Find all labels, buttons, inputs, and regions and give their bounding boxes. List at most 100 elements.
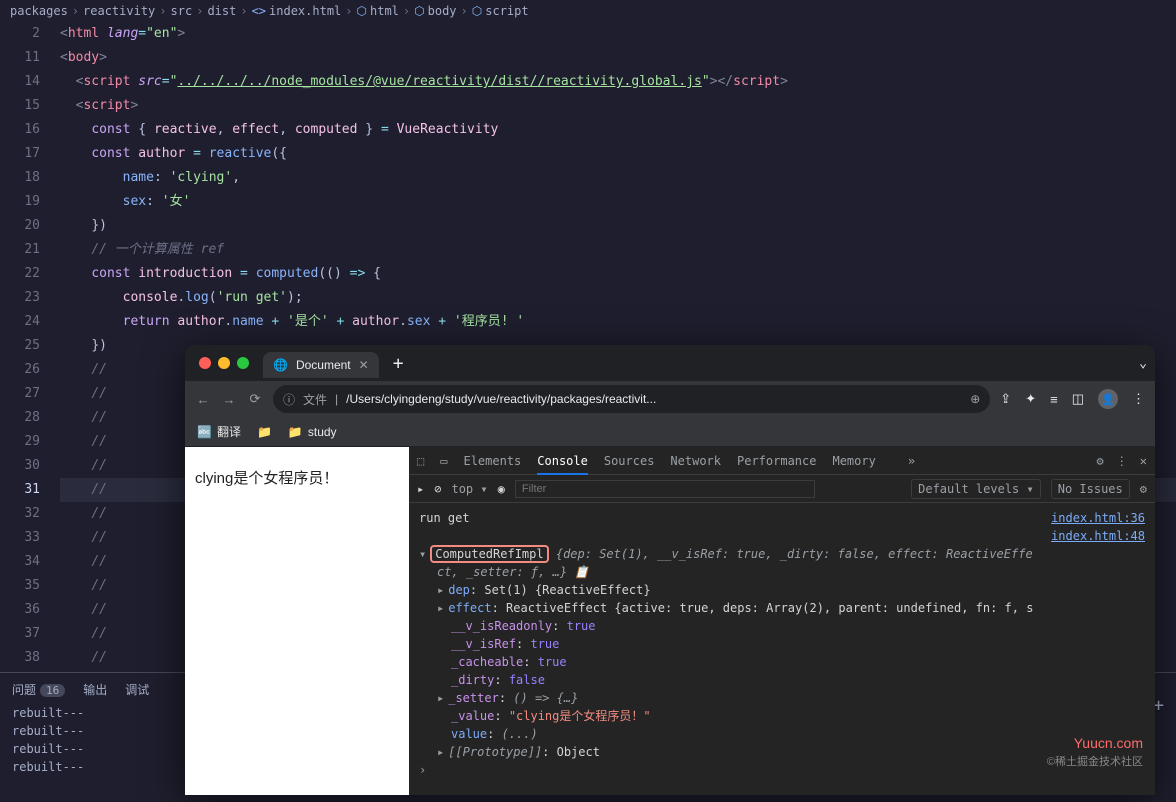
obj-prop-effect[interactable]: ▸effect: ReactiveEffect {active: true, d… <box>419 599 1145 617</box>
code-line[interactable]: <script> <box>60 94 1176 118</box>
reading-list-icon[interactable]: ≡ <box>1050 392 1058 407</box>
breadcrumb-item[interactable]: packages <box>10 4 68 18</box>
profile-avatar[interactable]: 👤 <box>1098 389 1118 409</box>
line-number: 31 <box>0 478 40 502</box>
tabs-overflow-icon[interactable]: ⌄ <box>1139 356 1147 371</box>
line-number: 33 <box>0 526 40 550</box>
line-number: 32 <box>0 502 40 526</box>
clear-icon[interactable]: ⊘ <box>434 482 441 496</box>
object-expand[interactable]: ▾ComputedRefImpl {dep: Set(1), __v_isRef… <box>419 545 1145 563</box>
code-line[interactable]: // 一个计算属性 ref <box>60 238 1176 262</box>
line-number: 24 <box>0 310 40 334</box>
minimize-window-icon[interactable] <box>218 357 230 369</box>
issues-button[interactable]: No Issues <box>1051 479 1130 499</box>
tab-problems[interactable]: 问题16 <box>12 681 65 698</box>
address-bar[interactable]: ⓘ 文件 | /Users/clyingdeng/study/vue/react… <box>273 385 990 413</box>
obj-prop-proto[interactable]: ▸[[Prototype]]: Object <box>419 743 1145 761</box>
browser-tab[interactable]: 🌐 Document ✕ <box>263 352 379 378</box>
sidebar-icon[interactable]: ▸ <box>417 482 424 496</box>
line-number: 34 <box>0 550 40 574</box>
line-number: 16 <box>0 118 40 142</box>
devtools-tab-sources[interactable]: Sources <box>604 454 655 468</box>
extensions-icon[interactable]: ✦ <box>1025 391 1036 407</box>
log-levels[interactable]: Default levels ▾ <box>911 479 1041 499</box>
line-number: 25 <box>0 334 40 358</box>
breadcrumb-item[interactable]: ⬡ html <box>357 4 399 18</box>
code-line[interactable]: return author.name + '是个' + author.sex +… <box>60 310 1176 334</box>
breadcrumb-item[interactable]: reactivity <box>83 4 155 18</box>
code-line[interactable]: const introduction = computed(() => { <box>60 262 1176 286</box>
inspect-icon[interactable]: ⬚ <box>417 454 424 468</box>
line-number: 37 <box>0 622 40 646</box>
settings-icon[interactable]: ⚙ <box>1097 454 1104 468</box>
devtools-tab-memory[interactable]: Memory <box>832 454 875 468</box>
bookmark-study[interactable]: 📁 study <box>288 425 337 439</box>
code-line[interactable]: console.log('run get'); <box>60 286 1176 310</box>
obj-prop-readonly: __v_isReadonly: true <box>419 617 1145 635</box>
devtools-tab-elements[interactable]: Elements <box>463 454 521 468</box>
console-prompt[interactable]: › <box>419 763 426 777</box>
window-controls[interactable] <box>193 357 255 369</box>
new-tab-button[interactable]: + <box>387 353 410 374</box>
obj-prop-setter[interactable]: ▸_setter: () => {…} <box>419 689 1145 707</box>
forward-button[interactable]: → <box>221 392 237 407</box>
tab-debug[interactable]: 调试 <box>125 681 149 698</box>
close-tab-icon[interactable]: ✕ <box>359 358 369 372</box>
code-line[interactable]: name: 'clying', <box>60 166 1176 190</box>
browser-toolbar: ← → ⟳ ⓘ 文件 | /Users/clyingdeng/study/vue… <box>185 381 1155 417</box>
menu-icon[interactable]: ⋮ <box>1116 454 1128 468</box>
maximize-window-icon[interactable] <box>237 357 249 369</box>
menu-icon[interactable]: ⋮ <box>1132 391 1145 407</box>
code-line[interactable]: const author = reactive({ <box>60 142 1176 166</box>
tab-output[interactable]: 输出 <box>83 681 107 698</box>
side-panel-icon[interactable]: ◫ <box>1072 391 1084 407</box>
close-window-icon[interactable] <box>199 357 211 369</box>
line-number: 15 <box>0 94 40 118</box>
filter-input[interactable] <box>515 480 815 498</box>
info-icon[interactable]: ⓘ <box>283 391 295 408</box>
code-line[interactable]: sex: '女' <box>60 190 1176 214</box>
breadcrumb-item[interactable]: <> index.html <box>252 4 342 18</box>
line-number: 18 <box>0 166 40 190</box>
eye-icon[interactable]: ◉ <box>498 482 505 496</box>
breadcrumb-item[interactable]: ⬡ body <box>414 4 456 18</box>
devtools-tab-network[interactable]: Network <box>670 454 721 468</box>
code-line[interactable]: <script src="../../../../node_modules/@v… <box>60 70 1176 94</box>
obj-prop-value-get[interactable]: value: (...) <box>419 725 1145 743</box>
line-number: 2 <box>0 22 40 46</box>
code-line[interactable]: const { reactive, effect, computed } = V… <box>60 118 1176 142</box>
obj-prop-value: _value: "clying是个女程序员！" <box>419 707 1145 725</box>
share-icon[interactable]: ⇪ <box>1000 391 1011 407</box>
line-number: 23 <box>0 286 40 310</box>
breadcrumb: packages›reactivity›src›dist›<> index.ht… <box>0 0 1176 22</box>
translate-icon[interactable]: ⊕ <box>970 392 980 406</box>
breadcrumb-item[interactable]: dist <box>207 4 236 18</box>
obj-prop-dep[interactable]: ▸dep: Set(1) {ReactiveEffect} <box>419 581 1145 599</box>
page-content: clying是个女程序员！ <box>185 447 409 795</box>
back-button[interactable]: ← <box>195 392 211 407</box>
console-output[interactable]: run get index.html:36 index.html:48 ▾Com… <box>409 503 1155 795</box>
breadcrumb-item[interactable]: src <box>171 4 193 18</box>
more-tabs-icon[interactable]: » <box>908 454 915 468</box>
code-line[interactable]: }) <box>60 214 1176 238</box>
devtools-tab-performance[interactable]: Performance <box>737 454 816 468</box>
log-source[interactable]: index.html:36 <box>1051 509 1145 527</box>
line-number: 36 <box>0 598 40 622</box>
context-selector[interactable]: top ▾ <box>451 482 487 496</box>
bookmark-folder[interactable]: 📁 <box>257 425 272 439</box>
line-number: 38 <box>0 646 40 670</box>
bookmark-translate[interactable]: 🔤 翻译 <box>197 423 241 440</box>
devtools-tab-console[interactable]: Console <box>537 454 588 475</box>
console-settings-icon[interactable]: ⚙ <box>1140 482 1147 496</box>
log-source[interactable]: index.html:48 <box>1051 527 1145 545</box>
reload-button[interactable]: ⟳ <box>247 391 263 407</box>
line-number: 28 <box>0 406 40 430</box>
browser-tabbar: 🌐 Document ✕ + ⌄ <box>185 345 1155 381</box>
device-icon[interactable]: ▭ <box>440 454 447 468</box>
line-number: 21 <box>0 238 40 262</box>
code-line[interactable]: <body> <box>60 46 1176 70</box>
code-line[interactable]: <html lang="en"> <box>60 22 1176 46</box>
close-devtools-icon[interactable]: ✕ <box>1140 454 1147 468</box>
breadcrumb-item[interactable]: ⬡ script <box>472 4 529 18</box>
console-toolbar: ▸ ⊘ top ▾ ◉ Default levels ▾ No Issues ⚙ <box>409 475 1155 503</box>
